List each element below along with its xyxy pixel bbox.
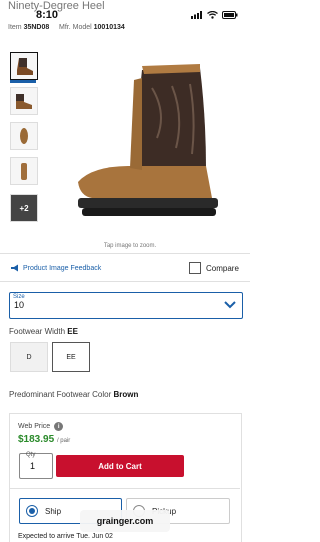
thumbnail-3[interactable] — [10, 122, 38, 150]
wifi-icon — [207, 11, 218, 19]
signal-icon — [191, 11, 202, 19]
quantity-input[interactable] — [19, 453, 53, 479]
divider — [9, 488, 240, 489]
browser-domain: grainger.com — [80, 510, 170, 532]
product-meta: Item 35ND08 Mfr. Model 10010134 — [8, 24, 125, 31]
footwear-color-heading: Predominant Footwear Color Brown — [9, 390, 138, 399]
mfr-label: Mfr. Model — [59, 24, 92, 31]
width-option-label: D — [26, 353, 32, 361]
status-icons — [191, 11, 238, 19]
expected-arrival: Expected to arrive Tue. Jun 02 — [18, 533, 113, 540]
ship-radio[interactable] — [26, 505, 38, 517]
compare-control[interactable]: Compare — [189, 262, 239, 274]
color-label: Predominant Footwear Color — [9, 390, 112, 399]
thumbnail-more[interactable]: +2 — [10, 194, 38, 222]
width-option-d[interactable]: D — [10, 342, 48, 372]
info-icon[interactable]: i — [54, 422, 64, 431]
boot-thumb-image — [16, 94, 32, 109]
item-number: 35ND08 — [23, 24, 50, 31]
compare-checkbox[interactable] — [189, 262, 201, 274]
divider — [0, 281, 250, 282]
main-product-image[interactable] — [72, 58, 222, 236]
chevron-down-icon — [224, 301, 236, 309]
status-time: 8:10 — [36, 9, 59, 21]
thumbnail-2[interactable] — [10, 87, 38, 115]
add-to-cart-button[interactable]: Add to Cart — [56, 455, 184, 477]
boot-back-thumb-image — [21, 163, 27, 180]
price-unit: / pair — [56, 438, 71, 444]
thumbnail-active-indicator — [10, 80, 36, 83]
item-label: Item — [8, 24, 22, 31]
size-select[interactable] — [9, 292, 243, 319]
quantity-label: Qty — [26, 452, 36, 458]
width-option-ee[interactable]: EE — [52, 342, 90, 372]
thumbnail-more-count: +2 — [19, 203, 29, 213]
radio-selected-dot — [29, 508, 35, 514]
footwear-width-selected: EE — [67, 327, 78, 336]
ship-label: Ship — [45, 506, 62, 516]
thumbnail-1[interactable] — [10, 52, 38, 80]
price: $183.95 / pair — [18, 434, 70, 445]
megaphone-icon — [11, 264, 18, 272]
product-image-feedback-link[interactable]: Product Image Feedback — [10, 264, 101, 272]
divider — [0, 253, 250, 254]
compare-label: Compare — [206, 263, 239, 273]
zoom-hint: Tap image to zoom. — [103, 243, 157, 249]
size-select-value: 10 — [14, 300, 25, 310]
web-price-heading: Web Price i — [18, 422, 64, 431]
footwear-width-heading: Footwear Width EE — [9, 327, 78, 336]
color-value: Brown — [113, 390, 139, 399]
quantity-value: 1 — [30, 461, 36, 471]
boot-sole-thumb-image — [20, 128, 28, 144]
thumbnail-4[interactable] — [10, 157, 38, 185]
web-price-label: Web Price — [18, 423, 51, 430]
width-option-label: EE — [66, 353, 76, 361]
price-value: $183.95 — [18, 434, 55, 445]
boot-thumb-image — [17, 58, 33, 75]
mfr-model: 10010134 — [93, 24, 125, 31]
footwear-width-label: Footwear Width — [9, 327, 66, 336]
battery-icon — [222, 11, 238, 19]
feedback-label: Product Image Feedback — [23, 264, 102, 272]
